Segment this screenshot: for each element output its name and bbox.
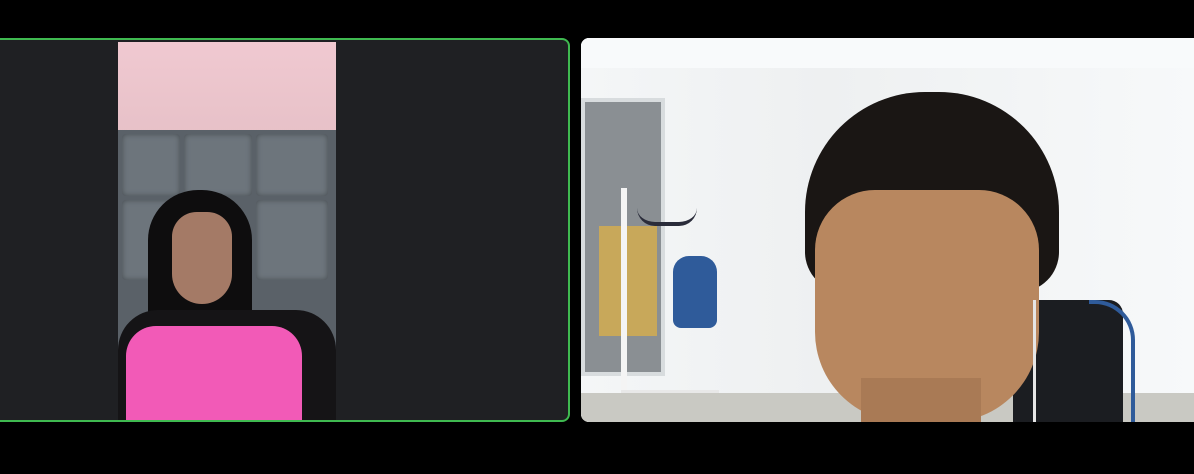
participant-neck [861,378,981,422]
video-gallery [0,0,1194,474]
participant-shirt [126,326,302,420]
clothes-rack [621,188,627,418]
backpack [673,256,717,328]
background-wall [118,42,336,134]
participant-face [172,212,232,304]
participant-video-tile[interactable] [581,38,1194,422]
earphone-wire [1033,300,1036,422]
hanger [637,208,697,226]
participant-video-feed [118,42,336,420]
background-ceiling [581,38,1194,68]
participant-video-tile-active-speaker[interactable] [0,38,570,422]
